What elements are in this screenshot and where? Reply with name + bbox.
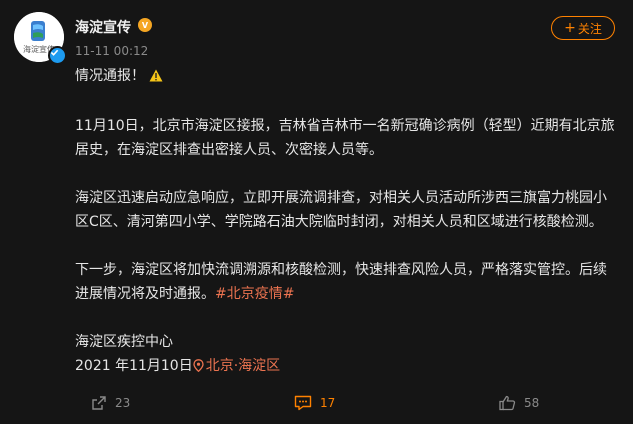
post-content: 情况通报！ 11月10日，北京市海淀区接报，吉林省吉林市一名新冠确诊病例（轻型）… [75, 64, 620, 378]
paragraph-2: 海淀区迅速启动应急响应，立即开展流调排查，对相关人员活动所涉西三旗富力桃园小区C… [75, 190, 607, 230]
warning-icon [149, 66, 163, 90]
avatar[interactable]: 海淀宣传 [14, 12, 67, 65]
date-location-line: 2021 年11月10日 北京·海淀区 [75, 354, 620, 378]
location-link[interactable]: 北京·海淀区 [193, 358, 280, 374]
signature: 海淀区疾控中心 [75, 334, 173, 350]
post-time[interactable]: 11-11 00:12 [75, 44, 148, 58]
post-date: 2021 年11月10日 [75, 358, 193, 374]
comment-button[interactable]: 17 [294, 395, 335, 411]
hashtag-link[interactable]: #北京疫情# [215, 286, 294, 302]
plus-icon: + [564, 20, 576, 36]
follow-button[interactable]: + 关注 [551, 16, 615, 40]
like-button[interactable]: 58 [499, 395, 539, 411]
headline-text: 情况通报！ [75, 68, 145, 84]
author-name[interactable]: 海淀宣传 [75, 17, 131, 37]
repost-icon [91, 395, 107, 411]
location-text: 北京·海淀区 [205, 358, 281, 374]
location-pin-icon [193, 359, 204, 373]
paragraph-3: 下一步，海淀区将加快流调溯源和核酸检测，快速排查风险人员，严格落实管控。后续进展… [75, 258, 620, 306]
paragraph-1: 11月10日，北京市海淀区接报，吉林省吉林市一名新冠确诊病例（轻型）近期有北京旅… [75, 118, 615, 158]
follow-label: 关注 [577, 21, 602, 36]
headline: 情况通报！ [75, 64, 620, 90]
paragraph-3-text: 下一步，海淀区将加快流调溯源和核酸检测，快速排查风险人员，严格落实管控。后续进展… [75, 262, 607, 302]
comment-count: 17 [320, 396, 336, 410]
comment-icon [294, 395, 312, 411]
like-count: 58 [524, 396, 540, 410]
thumbs-up-icon [499, 395, 516, 411]
verified-badge-icon [48, 46, 67, 65]
repost-button[interactable]: 23 [91, 395, 130, 411]
rank-badge-icon: V [138, 18, 152, 32]
repost-count: 23 [115, 396, 131, 410]
